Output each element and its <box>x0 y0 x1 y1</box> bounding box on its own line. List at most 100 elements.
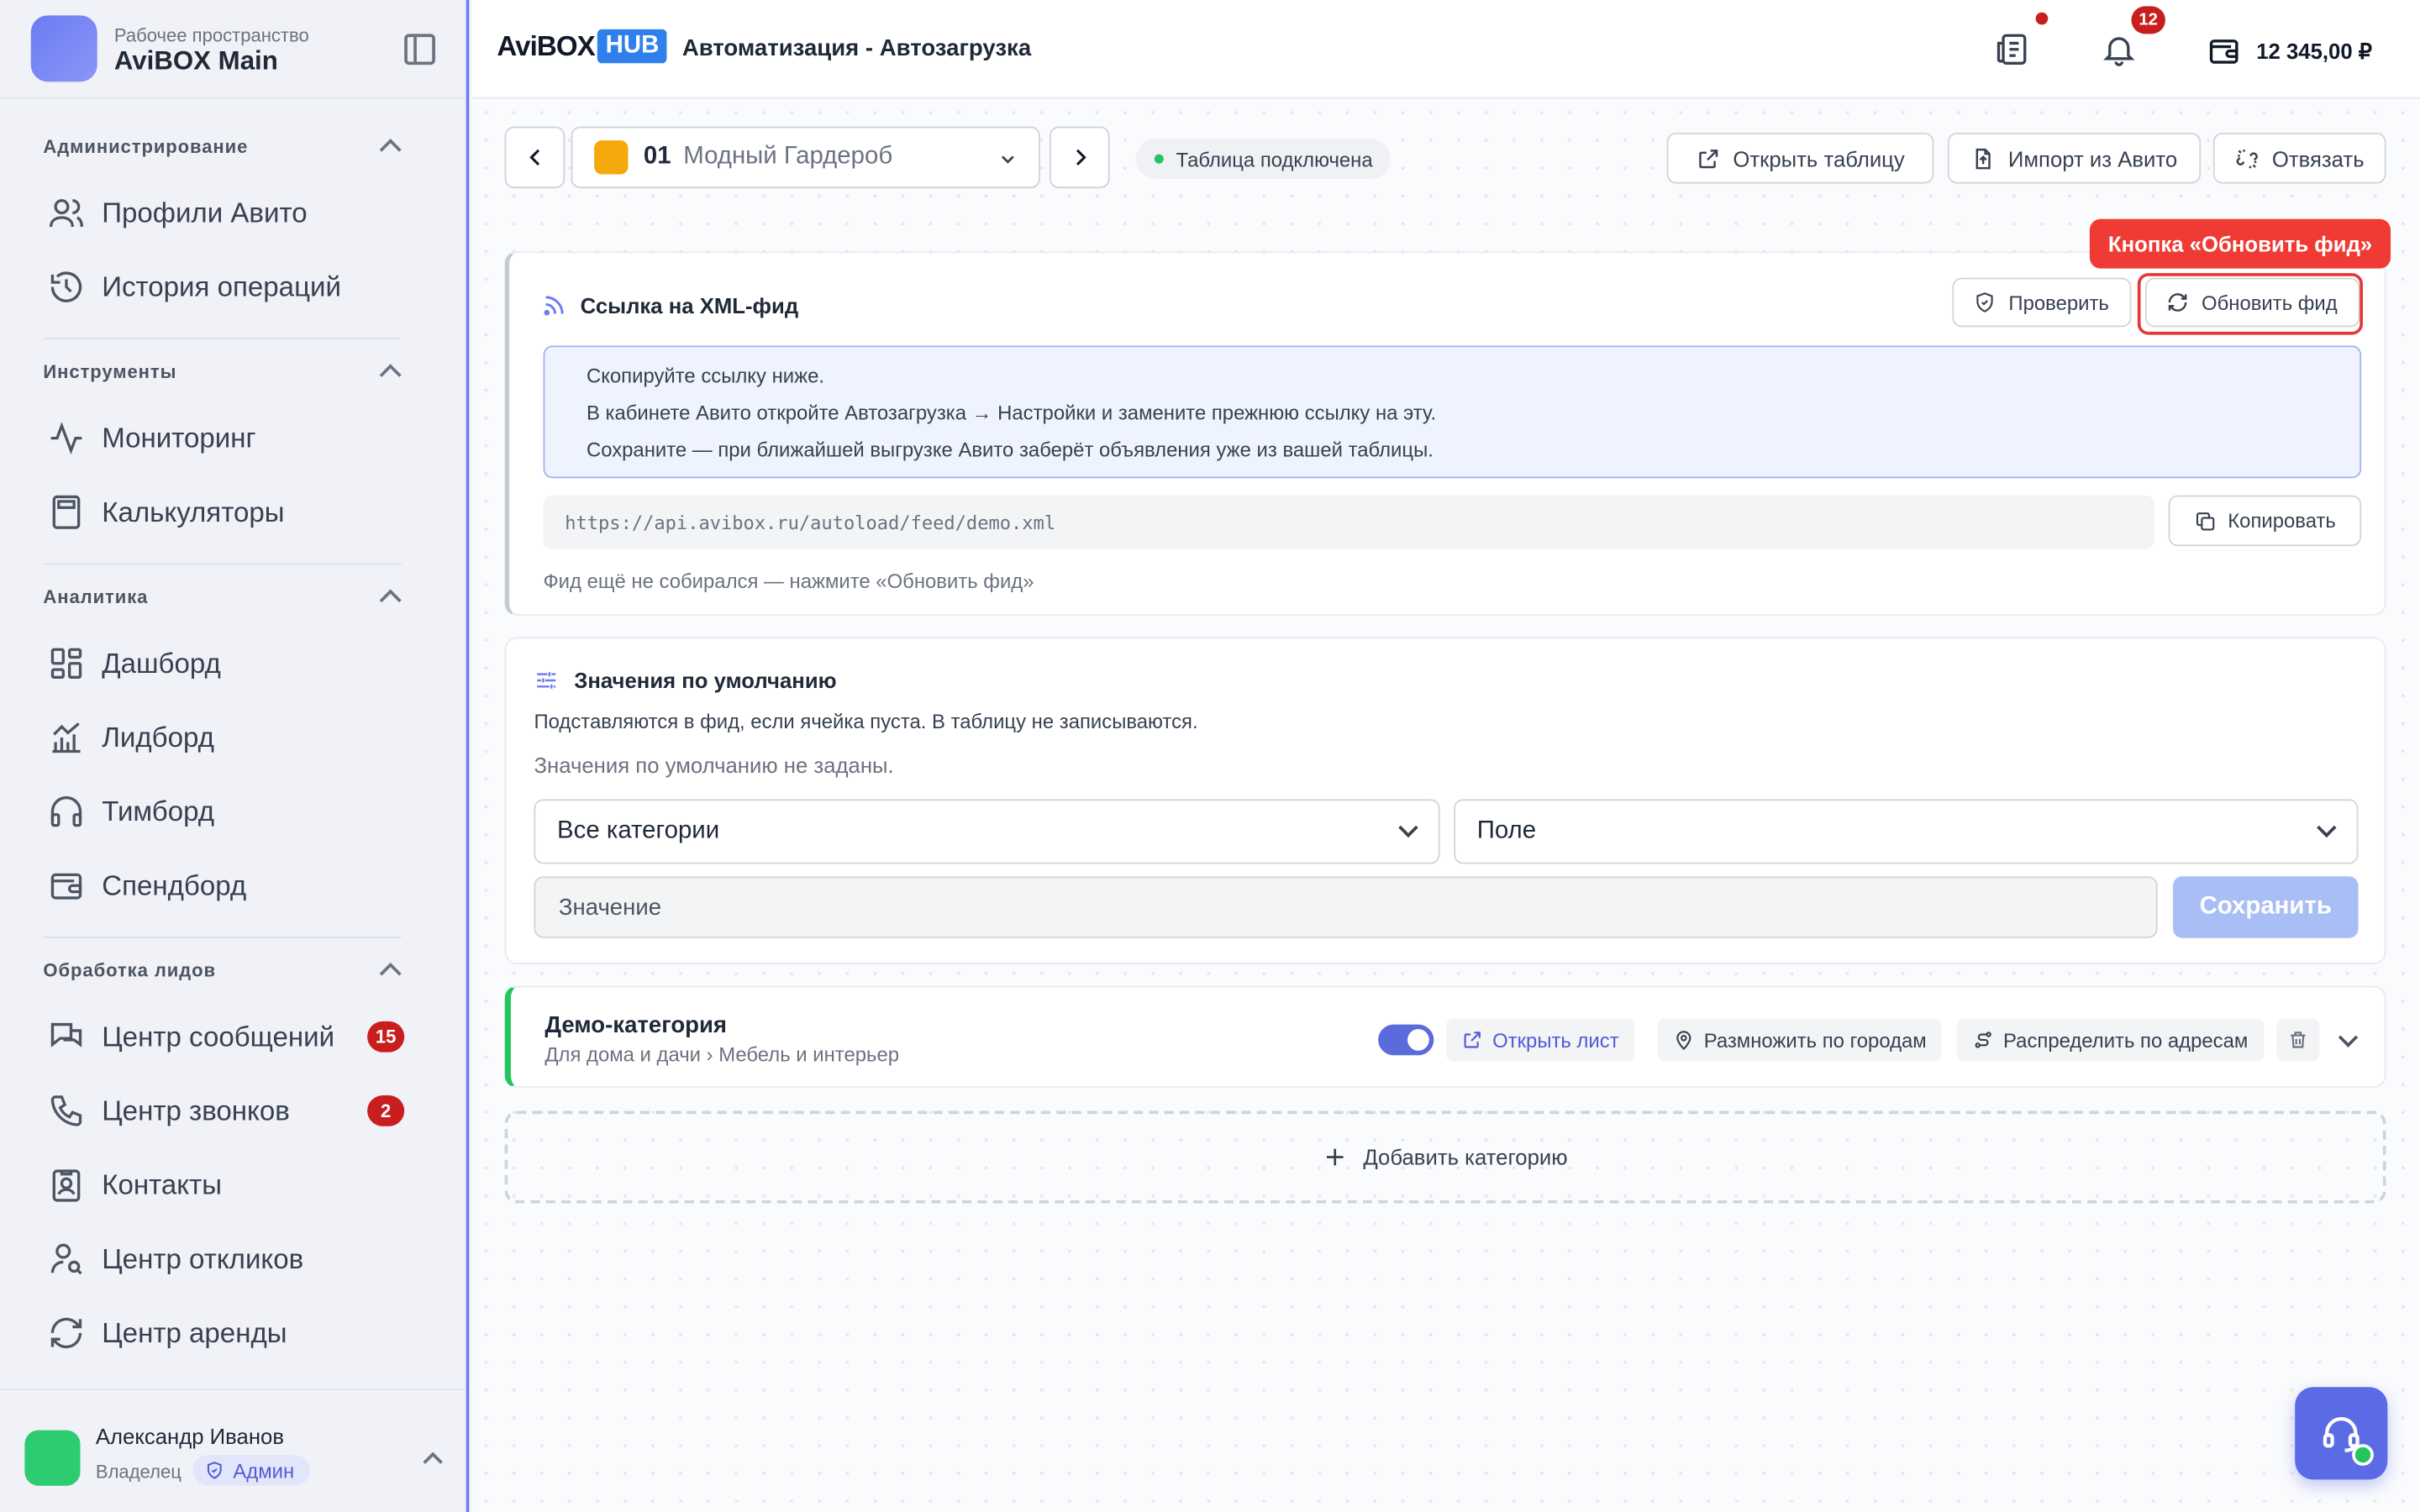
sidebar-item-label: Центр звонков <box>102 1095 290 1126</box>
section-title-tools[interactable]: Инструменты <box>43 361 176 383</box>
copy-url-button[interactable]: Копировать <box>2168 495 2362 547</box>
highlight-frame <box>2137 273 2363 335</box>
unlink-button[interactable]: Отвязать <box>2212 132 2386 184</box>
sidebar-item-operations-history[interactable]: История операций <box>46 256 432 318</box>
online-status-dot <box>2352 1444 2374 1466</box>
user-role: Владелец <box>95 1461 182 1483</box>
user-search-icon <box>46 1239 87 1279</box>
external-link-icon <box>1464 1032 1481 1048</box>
news-icon[interactable] <box>1994 31 2031 68</box>
open-table-button[interactable]: Открыть таблицу <box>1666 132 1934 184</box>
admin-badge-label: Админ <box>233 1458 295 1483</box>
balance-amount: 12 345,00 ₽ <box>2256 37 2373 63</box>
sidebar-item-dashboard[interactable]: Дашборд <box>46 633 432 694</box>
instruction-line: Скопируйте ссылку ниже. <box>586 364 824 388</box>
feed-hint: Фид ещё не собирался — нажмите «Обновить… <box>543 569 1034 593</box>
field-select[interactable]: Поле <box>1454 799 2359 864</box>
sidebar-collapse-icon[interactable] <box>404 34 435 66</box>
defaults-empty-state: Значения по умолчанию не заданы. <box>534 753 894 778</box>
import-avito-button[interactable]: Импорт из Авито <box>1947 132 2202 184</box>
connection-status-label: Таблица подключена <box>1176 147 1373 171</box>
sidebar-item-label: Лидборд <box>102 721 214 753</box>
xml-feed-card: Ссылка на XML-фид Проверить Обновить фид… <box>504 251 2386 616</box>
divider <box>43 338 402 340</box>
sidebar-item-leadboard[interactable]: Лидборд <box>46 706 432 768</box>
shield-check-icon <box>1977 292 1994 312</box>
sidebar-item-label: История операций <box>102 270 341 302</box>
category-title: Демо-категория <box>544 1011 728 1039</box>
workspace-logo <box>30 15 97 82</box>
distribute-by-addresses-button[interactable]: Распределить по адресам <box>1956 1018 2264 1062</box>
add-category-label: Добавить категорию <box>1363 1144 1568 1170</box>
sidebar-item-label: Дашборд <box>102 647 221 679</box>
prev-profile-button[interactable] <box>504 126 566 189</box>
brand-hub: HUB <box>597 29 667 64</box>
users-icon <box>46 193 87 234</box>
sidebar: Рабочее пространство AviBOX Main Админис… <box>0 0 470 1512</box>
feed-url-field[interactable]: https://api.avibox.ru/autoload/feed/demo… <box>543 495 2155 549</box>
chevron-up-icon[interactable] <box>379 962 402 984</box>
sidebar-item-monitoring[interactable]: Мониторинг <box>46 407 432 469</box>
open-sheet-button[interactable]: Открыть лист <box>1445 1018 1635 1062</box>
sidebar-item-label: Центр откликов <box>102 1242 304 1274</box>
copy-url-label: Копировать <box>2228 509 2336 533</box>
route-icon <box>1975 1032 1991 1048</box>
add-category-button[interactable]: Добавить категорию <box>504 1110 2386 1204</box>
sidebar-item-message-center[interactable]: Центр сообщений 15 <box>46 1006 432 1068</box>
unread-badge: 15 <box>367 1021 405 1053</box>
section-title-admin[interactable]: Администрирование <box>43 136 248 158</box>
sidebar-item-teamboard[interactable]: Тимборд <box>46 780 432 842</box>
workspace-header[interactable]: Рабочее пространство AviBOX Main <box>0 0 466 99</box>
bell-icon[interactable] <box>2101 31 2138 68</box>
multiply-by-cities-button[interactable]: Размножить по городам <box>1657 1018 1943 1062</box>
sidebar-item-label: Мониторинг <box>102 422 256 454</box>
section-title-analytics[interactable]: Аналитика <box>43 586 148 608</box>
unlink-icon <box>2236 149 2259 168</box>
profile-color-swatch <box>594 140 629 175</box>
distribute-label: Распределить по адресам <box>2003 1028 2249 1052</box>
sidebar-item-responses-center[interactable]: Центр откликов <box>46 1228 432 1289</box>
section-title-leads[interactable]: Обработка лидов <box>43 959 216 981</box>
divider <box>43 936 402 938</box>
delete-category-button[interactable] <box>2276 1018 2320 1062</box>
sidebar-item-label: Спендборд <box>102 869 247 900</box>
check-feed-button[interactable]: Проверить <box>1952 277 2132 328</box>
balance[interactable]: 12 345,00 ₽ <box>2207 34 2372 67</box>
user-profile[interactable]: Александр Иванов Владелец Админ <box>0 1389 466 1512</box>
save-button[interactable]: Сохранить <box>2173 876 2359 938</box>
connection-status-badge: Таблица подключена <box>1135 139 1392 180</box>
import-avito-label: Импорт из Авито <box>2007 145 2178 171</box>
sidebar-item-spendboard[interactable]: Спендборд <box>46 855 432 916</box>
status-dot <box>1154 154 1164 164</box>
profile-select[interactable]: 01 Модный Гардероб <box>571 126 1040 189</box>
category-card: Демо-категория Для дома и дачи › Мебель … <box>504 985 2386 1088</box>
category-select-value: Все категории <box>557 817 720 844</box>
wallet-icon <box>46 865 87 906</box>
headphones-icon <box>46 791 87 832</box>
category-enabled-toggle[interactable] <box>1378 1024 1434 1056</box>
plus-icon <box>1327 1148 1344 1166</box>
sidebar-item-label: Центр сообщений <box>102 1020 335 1052</box>
sidebar-item-rental-center[interactable]: Центр аренды <box>46 1302 432 1363</box>
multiply-label: Размножить по городам <box>1703 1028 1927 1052</box>
brand-logo[interactable]: AviBOX HUB <box>497 29 667 64</box>
default-value-input[interactable]: Значение <box>534 876 2158 938</box>
workspace-name: AviBOX Main <box>113 46 278 76</box>
sidebar-item-avito-profiles[interactable]: Профили Авито <box>46 182 432 244</box>
sidebar-item-call-center[interactable]: Центр звонков 2 <box>46 1080 432 1142</box>
brand-name: AviBOX <box>497 29 595 61</box>
defaults-card: Значения по умолчанию Подставляются в фи… <box>504 637 2386 964</box>
chevron-up-icon[interactable] <box>379 589 402 612</box>
sidebar-item-calculators[interactable]: Калькуляторы <box>46 481 432 543</box>
instruction-line: В кабинете Авито откройте Автозагрузка →… <box>586 401 1437 425</box>
category-select[interactable]: Все категории <box>534 799 1440 864</box>
messages-icon <box>46 1016 87 1057</box>
sidebar-item-contacts[interactable]: Контакты <box>46 1154 432 1215</box>
support-chat-button[interactable] <box>2295 1387 2388 1480</box>
expand-category-chevron-icon[interactable] <box>2338 1027 2359 1047</box>
chevron-down-icon <box>1398 817 1418 838</box>
next-profile-button[interactable] <box>1049 126 1110 189</box>
contact-icon <box>46 1165 87 1205</box>
chevron-up-icon[interactable] <box>379 364 402 386</box>
chevron-up-icon[interactable] <box>379 139 402 161</box>
